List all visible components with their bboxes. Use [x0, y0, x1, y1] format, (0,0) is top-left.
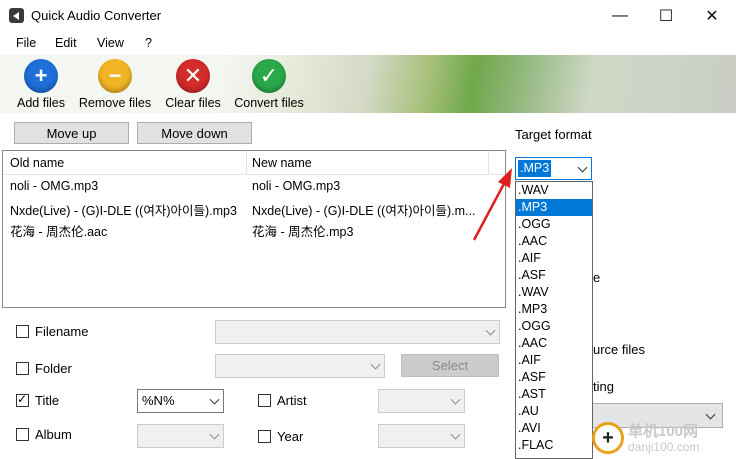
menu-file[interactable]: File [16, 36, 36, 50]
format-option[interactable]: .MP3 [516, 199, 592, 216]
year-checkbox[interactable] [258, 430, 271, 443]
partial-source-files-text: urce files [593, 342, 646, 357]
move-down-button[interactable]: Move down [137, 122, 252, 144]
album-combo[interactable] [137, 424, 224, 448]
chevron-down-icon [209, 394, 220, 405]
check-circle-icon: ✓ [252, 59, 286, 93]
x-circle-icon: ✕ [176, 59, 210, 93]
format-option[interactable]: .AAC [516, 335, 592, 352]
new-name-cell: Nxde(Live) - (G)I-DLE ((여자)아이들).m... [252, 204, 476, 218]
album-label: Album [35, 427, 72, 442]
menu-view[interactable]: View [97, 36, 124, 50]
speaker-app-icon [9, 8, 24, 23]
filename-checkbox[interactable] [16, 325, 29, 338]
plus-logo-icon: + [592, 422, 624, 454]
target-format-value: .MP3 [518, 160, 552, 177]
artist-label: Artist [277, 393, 307, 408]
format-dropdown-list[interactable]: .WAV .MP3 .OGG .AAC .AIF .ASF .WAV .MP3 .OGG .AAC… [515, 181, 593, 459]
chevron-down-icon [450, 429, 461, 440]
filename-combo[interactable] [215, 320, 500, 344]
format-option[interactable]: .OGG [516, 216, 592, 233]
artist-checkbox[interactable] [258, 394, 271, 407]
folder-checkbox[interactable] [16, 362, 29, 375]
minus-circle-icon: − [98, 59, 132, 93]
remove-files-label: Remove files [78, 96, 152, 110]
format-option[interactable]: .AST [516, 386, 592, 403]
minimize-button[interactable]: — [597, 0, 643, 31]
old-name-cell: 花海 - 周杰伦.aac [10, 225, 108, 239]
select-button[interactable]: Select [401, 354, 499, 377]
column-old-name[interactable]: Old name [10, 156, 64, 170]
plus-circle-icon: + [24, 59, 58, 93]
add-files-button[interactable]: + Add files [13, 59, 69, 110]
old-name-cell: Nxde(Live) - (G)I-DLE ((여자)아이들).mp3 [10, 204, 237, 218]
add-files-label: Add files [17, 96, 65, 110]
title-bar: Quick Audio Converter — ☐ ✕ [0, 0, 736, 31]
toolbar: + Add files − Remove files ✕ Clear files… [0, 55, 736, 113]
column-divider[interactable] [246, 151, 247, 175]
year-label: Year [277, 429, 304, 444]
chevron-down-icon [450, 394, 461, 405]
convert-files-button[interactable]: ✓ Convert files [231, 59, 307, 110]
year-combo[interactable] [378, 424, 465, 448]
title-combo[interactable]: %N% [137, 389, 224, 413]
format-option[interactable]: .OGG [516, 318, 592, 335]
watermark-title: 单机100网 [628, 423, 699, 440]
format-option[interactable]: .AVI [516, 420, 592, 437]
window-title: Quick Audio Converter [31, 8, 162, 23]
title-combo-value: %N% [142, 393, 175, 408]
artist-combo[interactable] [378, 389, 465, 413]
partial-option-text: e [593, 270, 601, 285]
folder-combo[interactable] [215, 354, 385, 378]
title-checkbox[interactable] [16, 392, 29, 407]
chevron-down-icon [485, 325, 496, 336]
folder-label: Folder [35, 361, 72, 376]
album-checkbox[interactable] [16, 428, 29, 441]
table-row[interactable]: 花海 - 周杰伦.aac 花海 - 周杰伦.mp3 [3, 218, 505, 239]
filename-label: Filename [35, 324, 89, 339]
format-option[interactable]: .ASF [516, 369, 592, 386]
format-option[interactable]: .AIF [516, 352, 592, 369]
menu-edit[interactable]: Edit [55, 36, 77, 50]
clear-files-button[interactable]: ✕ Clear files [161, 59, 225, 110]
chevron-down-icon [209, 429, 220, 440]
format-option[interactable]: .ASF [516, 267, 592, 284]
column-new-name[interactable]: New name [252, 156, 312, 170]
old-name-cell: noli - OMG.mp3 [10, 179, 99, 193]
red-arrow-annotation [472, 168, 512, 241]
menu-help[interactable]: ? [145, 36, 152, 50]
new-name-cell: 花海 - 周杰伦.mp3 [252, 225, 354, 239]
chevron-down-icon [577, 162, 588, 173]
format-option[interactable]: .MP3 [516, 301, 592, 318]
move-up-button[interactable]: Move up [14, 122, 129, 144]
watermark-url: danji100.com [628, 440, 700, 454]
format-option[interactable]: .FLAC [516, 437, 592, 454]
title-label: Title [35, 393, 60, 408]
format-option[interactable]: .AIF [516, 250, 592, 267]
format-option[interactable]: .WAV [516, 182, 592, 199]
format-option[interactable]: .AU [516, 403, 592, 420]
menu-bar: File Edit View ? [0, 31, 736, 55]
target-format-label: Target format [515, 127, 592, 142]
new-name-cell: noli - OMG.mp3 [252, 179, 341, 193]
table-row[interactable]: Nxde(Live) - (G)I-DLE ((여자)아이들).mp3 Nxde… [3, 197, 505, 218]
convert-files-label: Convert files [234, 96, 304, 110]
watermark-logo: + 单机100网 danji100.com [590, 418, 736, 459]
file-list[interactable]: Old name New name noli - OMG.mp3 noli - … [2, 150, 506, 308]
file-list-header: Old name New name [3, 151, 505, 175]
close-button[interactable]: ✕ [689, 0, 735, 31]
remove-files-button[interactable]: − Remove files [76, 59, 154, 110]
clear-files-label: Clear files [165, 96, 221, 110]
table-row[interactable]: noli - OMG.mp3 noli - OMG.mp3 [3, 176, 505, 197]
chevron-down-icon [370, 359, 381, 370]
partial-setting-text: ting [593, 379, 614, 394]
target-format-select[interactable]: .MP3 [515, 157, 592, 180]
format-option[interactable]: .WAV [516, 284, 592, 301]
format-option[interactable]: .AAC [516, 233, 592, 250]
maximize-button[interactable]: ☐ [643, 0, 689, 31]
